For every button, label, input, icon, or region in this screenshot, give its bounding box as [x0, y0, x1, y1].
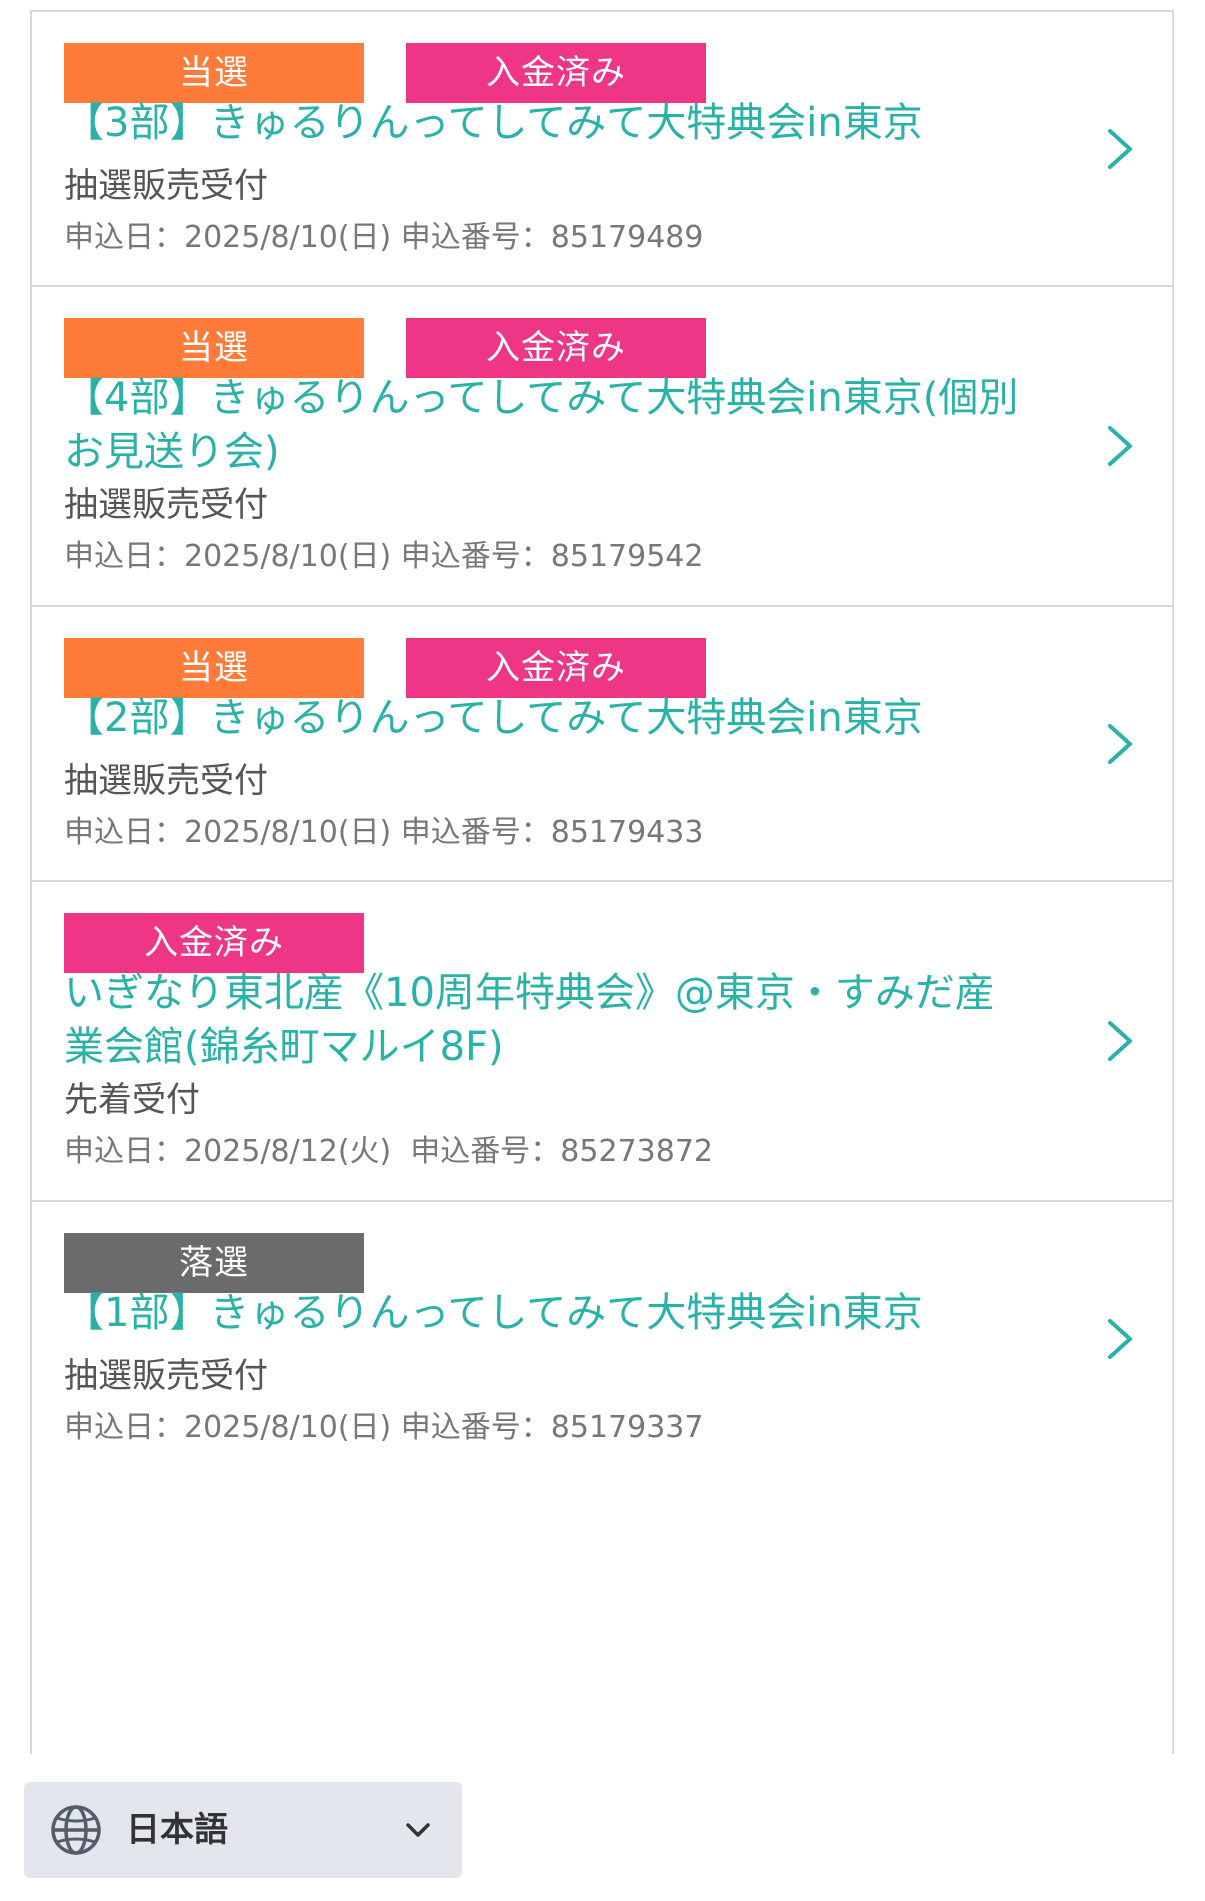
chevron-right-icon[interactable] — [1102, 424, 1138, 468]
application-meta: 申込日：2025/8/10(日) 申込番号：85179489 — [64, 220, 704, 255]
application-list: 当選 入金済み 【3部】きゅるりんってしてみて大特典会in東京 抽選販売受付 申… — [30, 10, 1174, 1754]
chevron-right-icon[interactable] — [1102, 1019, 1138, 1063]
language-selector[interactable]: 日本語 — [24, 1782, 462, 1878]
list-item[interactable]: 当選 入金済み 【2部】きゅるりんってしてみて大特典会in東京 抽選販売受付 申… — [32, 607, 1172, 882]
chevron-right-icon[interactable] — [1102, 1317, 1138, 1361]
chevron-down-icon — [406, 1823, 430, 1837]
globe-icon — [51, 1805, 101, 1855]
list-item[interactable]: 入金済み いぎなり東北産《10周年特典会》@東京・すみだ産 業会館(錦糸町マルイ… — [32, 882, 1172, 1202]
event-title[interactable]: 【4部】きゅるりんってしてみて大特典会in東京(個別 お見送り会) — [64, 371, 1084, 479]
event-title[interactable]: 【1部】きゅるりんってしてみて大特典会in東京 — [64, 1286, 1084, 1340]
status-badge-paid: 入金済み — [406, 318, 706, 378]
application-meta: 申込日：2025/8/12(火) 申込番号：85273872 — [64, 1134, 713, 1169]
chevron-right-icon[interactable] — [1102, 127, 1138, 171]
sales-type: 抽選販売受付 — [64, 1356, 268, 1396]
list-item[interactable]: 当選 入金済み 【4部】きゅるりんってしてみて大特典会in東京(個別 お見送り会… — [32, 287, 1172, 607]
chevron-right-icon[interactable] — [1102, 722, 1138, 766]
event-title[interactable]: 【3部】きゅるりんってしてみて大特典会in東京 — [64, 96, 1084, 150]
application-meta: 申込日：2025/8/10(日) 申込番号：85179433 — [64, 815, 704, 850]
application-meta: 申込日：2025/8/10(日) 申込番号：85179542 — [64, 539, 704, 574]
list-item[interactable]: 落選 【1部】きゅるりんってしてみて大特典会in東京 抽選販売受付 申込日：20… — [32, 1202, 1172, 1477]
language-label: 日本語 — [126, 1810, 228, 1850]
application-meta: 申込日：2025/8/10(日) 申込番号：85179337 — [64, 1410, 704, 1445]
event-title[interactable]: 【2部】きゅるりんってしてみて大特典会in東京 — [64, 691, 1084, 745]
sales-type: 抽選販売受付 — [64, 485, 268, 525]
status-badge-lost: 落選 — [64, 1233, 364, 1293]
status-badge-paid: 入金済み — [406, 638, 706, 698]
sales-type: 先着受付 — [64, 1080, 200, 1120]
status-badge-won: 当選 — [64, 43, 364, 103]
sales-type: 抽選販売受付 — [64, 166, 268, 206]
status-badge-paid: 入金済み — [64, 913, 364, 973]
sales-type: 抽選販売受付 — [64, 761, 268, 801]
status-badge-paid: 入金済み — [406, 43, 706, 103]
event-title[interactable]: いぎなり東北産《10周年特典会》@東京・すみだ産 業会館(錦糸町マルイ8F) — [64, 966, 1084, 1074]
status-badge-won: 当選 — [64, 318, 364, 378]
status-badge-won: 当選 — [64, 638, 364, 698]
list-item[interactable]: 当選 入金済み 【3部】きゅるりんってしてみて大特典会in東京 抽選販売受付 申… — [32, 12, 1172, 287]
